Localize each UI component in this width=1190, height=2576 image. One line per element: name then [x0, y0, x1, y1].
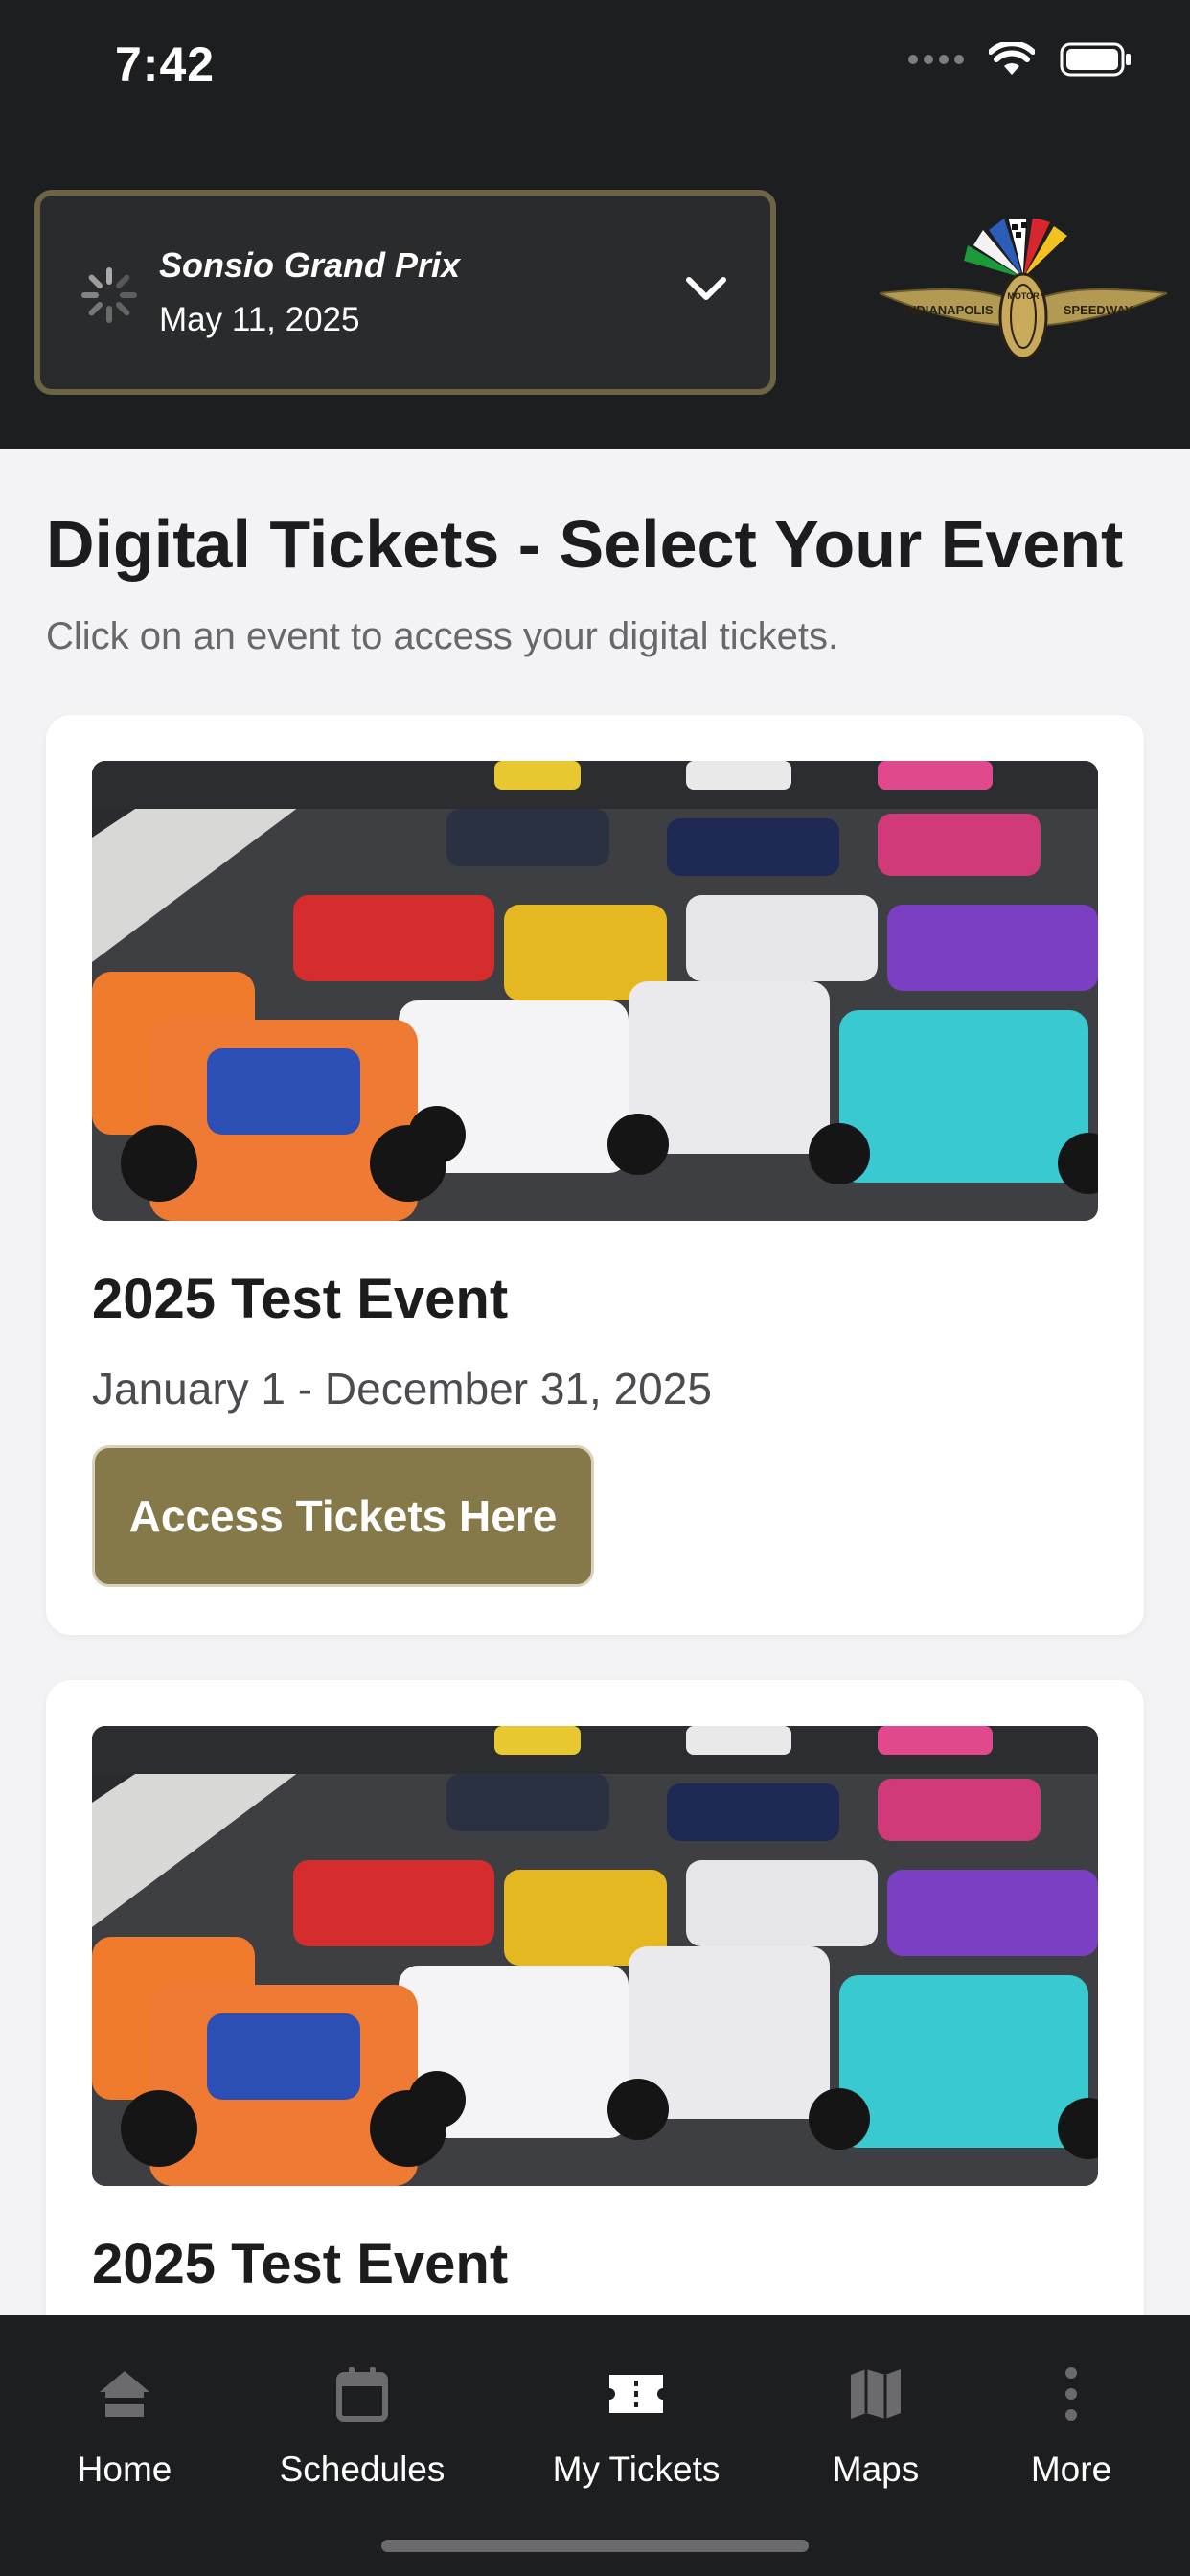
ticket-icon	[609, 2375, 663, 2413]
cellular-signal-icon	[908, 55, 964, 64]
event-image	[92, 761, 1098, 1221]
map-icon	[851, 2369, 901, 2419]
logo-text-center: MOTOR	[1007, 291, 1040, 301]
home-icon	[100, 2371, 149, 2417]
event-image	[92, 1726, 1098, 2186]
status-icons	[908, 42, 1133, 77]
tab-my-tickets[interactable]: My Tickets	[531, 2363, 742, 2507]
event-selector-dropdown[interactable]: Sonsio Grand Prix May 11, 2025	[34, 190, 776, 395]
bottom-tab-bar: Home Schedules My Tickets Maps More	[0, 2315, 1190, 2576]
page-title: Digital Tickets - Select Your Event	[46, 507, 1124, 582]
tab-label: My Tickets	[552, 2450, 721, 2489]
event-card[interactable]: 2025 Test Event	[46, 1680, 1144, 2351]
tab-label: Home	[77, 2450, 172, 2489]
tab-maps[interactable]: Maps	[770, 2363, 981, 2507]
status-time: 7:42	[115, 37, 216, 91]
logo-text-left: INDIANAPOLIS	[904, 303, 994, 317]
event-dates: January 1 - December 31, 2025	[92, 1364, 712, 1414]
tab-home[interactable]: Home	[19, 2363, 230, 2507]
selected-event-name: Sonsio Grand Prix	[159, 245, 461, 285]
event-card[interactable]: 2025 Test Event January 1 - December 31,…	[46, 715, 1144, 1635]
logo-text-right: SPEEDWAY	[1064, 303, 1133, 317]
selected-event-date: May 11, 2025	[159, 301, 360, 338]
tab-more[interactable]: More	[966, 2363, 1177, 2507]
indianapolis-motor-speedway-logo: INDIANAPOLIS SPEEDWAY MOTOR	[880, 218, 1167, 360]
status-bar: 7:42	[0, 0, 1190, 134]
battery-icon	[1060, 42, 1131, 77]
tab-label: More	[1030, 2450, 1112, 2489]
tab-label: Maps	[832, 2450, 920, 2489]
access-tickets-button[interactable]: Access Tickets Here	[92, 1445, 594, 1587]
tab-schedules[interactable]: Schedules	[257, 2363, 468, 2507]
app-header: 7:42 Sonsio Grand Prix May 11, 2025 INDI…	[0, 0, 1190, 448]
more-vertical-icon	[1065, 2367, 1077, 2421]
calendar-icon	[336, 2367, 388, 2422]
chevron-down-icon	[686, 277, 726, 300]
tab-label: Schedules	[279, 2450, 446, 2489]
loading-spinner-icon	[81, 267, 137, 323]
event-title: 2025 Test Event	[92, 2233, 509, 2295]
page-subtitle: Click on an event to access your digital…	[46, 615, 839, 657]
wifi-icon	[989, 42, 1035, 75]
home-indicator	[381, 2540, 809, 2552]
event-title: 2025 Test Event	[92, 1268, 509, 1330]
